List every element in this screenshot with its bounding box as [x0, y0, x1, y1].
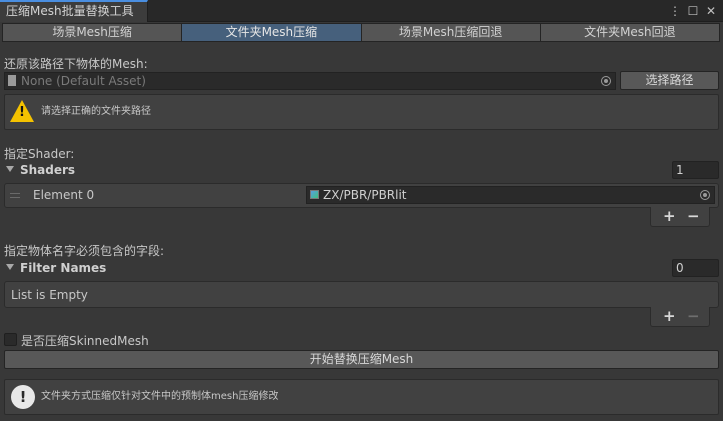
- close-icon[interactable]: ✕: [705, 3, 717, 19]
- window-controls: ⋮ ☐ ✕: [669, 3, 717, 19]
- warning-icon: !: [10, 100, 34, 122]
- add-shader-button[interactable]: +: [663, 208, 676, 225]
- shader-object-field[interactable]: ZX/PBR/PBRlit: [306, 186, 715, 204]
- folder-object-field[interactable]: None (Default Asset): [4, 72, 616, 90]
- info-icon: !: [11, 385, 35, 409]
- start-compress-button[interactable]: 开始替换压缩Mesh: [4, 350, 719, 369]
- shader-icon: [310, 190, 319, 199]
- restore-path-label: 还原该路径下物体的Mesh:: [4, 57, 148, 71]
- select-path-button[interactable]: 选择路径: [620, 71, 719, 90]
- remove-filter-button[interactable]: −: [687, 308, 700, 325]
- info-text: 文件夹方式压缩仅针对文件中的预制体mesh压缩修改: [41, 391, 279, 402]
- shaders-list-footer: + −: [650, 207, 710, 227]
- maximize-icon[interactable]: ☐: [687, 3, 699, 19]
- window-tab[interactable]: 压缩Mesh批量替换工具: [0, 0, 148, 22]
- warning-text: 请选择正确的文件夹路径: [41, 106, 151, 117]
- shaders-foldout-label: Shaders: [20, 163, 76, 177]
- warning-helpbox: ! 请选择正确的文件夹路径: [4, 94, 719, 130]
- tab-scene-mesh-compress[interactable]: 场景Mesh压缩: [2, 23, 183, 42]
- add-filter-button[interactable]: +: [663, 308, 676, 325]
- tab-scene-mesh-revert[interactable]: 场景Mesh压缩回退: [360, 23, 541, 42]
- info-helpbox: ! 文件夹方式压缩仅针对文件中的预制体mesh压缩修改: [4, 379, 719, 415]
- filter-section-label: 指定物体名字必须包含的字段:: [4, 244, 165, 258]
- file-icon: [8, 75, 16, 86]
- window-titlebar: 压缩Mesh批量替换工具 ⋮ ☐ ✕: [0, 0, 723, 22]
- foldout-arrow-icon: [6, 166, 14, 172]
- shaders-list: Element 0 ZX/PBR/PBRlit: [4, 183, 719, 208]
- mode-toolbar: 场景Mesh压缩 文件夹Mesh压缩 场景Mesh压缩回退 文件夹Mesh回退: [2, 23, 720, 42]
- filter-names-foldout[interactable]: Filter Names: [6, 261, 106, 275]
- tab-folder-mesh-revert[interactable]: 文件夹Mesh回退: [539, 23, 720, 42]
- drag-handle-icon[interactable]: [10, 193, 20, 198]
- filter-list-footer: + −: [650, 307, 710, 327]
- list-empty-text: List is Empty: [11, 288, 88, 302]
- kebab-menu-icon[interactable]: ⋮: [669, 3, 681, 19]
- skinned-mesh-label: 是否压缩SkinnedMesh: [21, 334, 149, 348]
- folder-field-value: None (Default Asset): [21, 74, 146, 88]
- element-0-label: Element 0: [33, 188, 95, 202]
- tab-folder-mesh-compress[interactable]: 文件夹Mesh压缩: [181, 23, 362, 42]
- shaders-foldout[interactable]: Shaders: [6, 163, 75, 177]
- foldout-arrow-icon: [6, 264, 14, 270]
- shader-section-label: 指定Shader:: [4, 147, 75, 161]
- filter-names-size-field[interactable]: 0: [672, 259, 719, 277]
- shader-field-value: ZX/PBR/PBRlit: [323, 188, 407, 202]
- filter-names-list: List is Empty: [4, 281, 719, 308]
- shaders-size-field[interactable]: 1: [672, 161, 719, 179]
- skinned-mesh-checkbox[interactable]: [4, 333, 17, 346]
- shader-picker-icon[interactable]: [700, 190, 710, 200]
- filter-names-foldout-label: Filter Names: [20, 261, 107, 275]
- remove-shader-button[interactable]: −: [687, 208, 700, 225]
- object-picker-icon[interactable]: [601, 76, 611, 86]
